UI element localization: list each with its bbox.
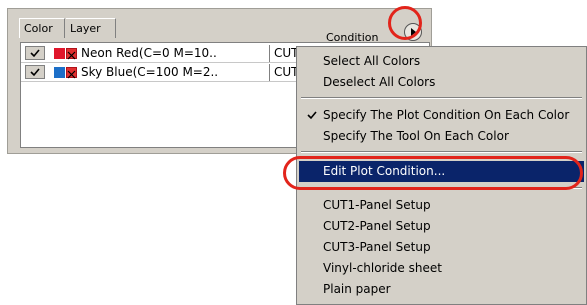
menu-item-specify-tool[interactable]: Specify The Tool On Each Color [299, 126, 584, 147]
color-name: Neon Red(C=0 M=10.. [81, 46, 217, 60]
annotation-ring-edit-plot-condition [283, 156, 583, 190]
menu-separator [301, 151, 582, 153]
tab-layer[interactable]: Layer [66, 18, 116, 38]
tab-color[interactable]: Color [19, 18, 65, 38]
menu-item-cut1-panel-setup[interactable]: CUT1-Panel Setup [299, 195, 584, 216]
menu-item-plain-paper[interactable]: Plain paper [299, 279, 584, 300]
row-checkbox[interactable] [25, 46, 45, 60]
color-swatch [54, 67, 65, 78]
menu-separator [301, 97, 582, 99]
checkmark-icon [30, 67, 40, 76]
menu-item-vinyl-chloride-sheet[interactable]: Vinyl-chloride sheet [299, 258, 584, 279]
checkmark-icon [30, 48, 40, 57]
menu-item-select-all-colors[interactable]: Select All Colors [299, 51, 584, 72]
row-checkbox[interactable] [25, 65, 45, 79]
x-box-icon [66, 48, 77, 60]
menu-item-cut2-panel-setup[interactable]: CUT2-Panel Setup [299, 216, 584, 237]
x-box-icon [66, 67, 77, 79]
menu-item-deselect-all-colors[interactable]: Deselect All Colors [299, 72, 584, 93]
menu-item-cut3-panel-setup[interactable]: CUT3-Panel Setup [299, 237, 584, 258]
menu-item-specify-plot-condition[interactable]: Specify The Plot Condition On Each Color [299, 105, 584, 126]
color-swatch [54, 48, 65, 59]
annotation-ring-menu-button [388, 6, 422, 40]
color-name: Sky Blue(C=100 M=2.. [81, 65, 219, 79]
